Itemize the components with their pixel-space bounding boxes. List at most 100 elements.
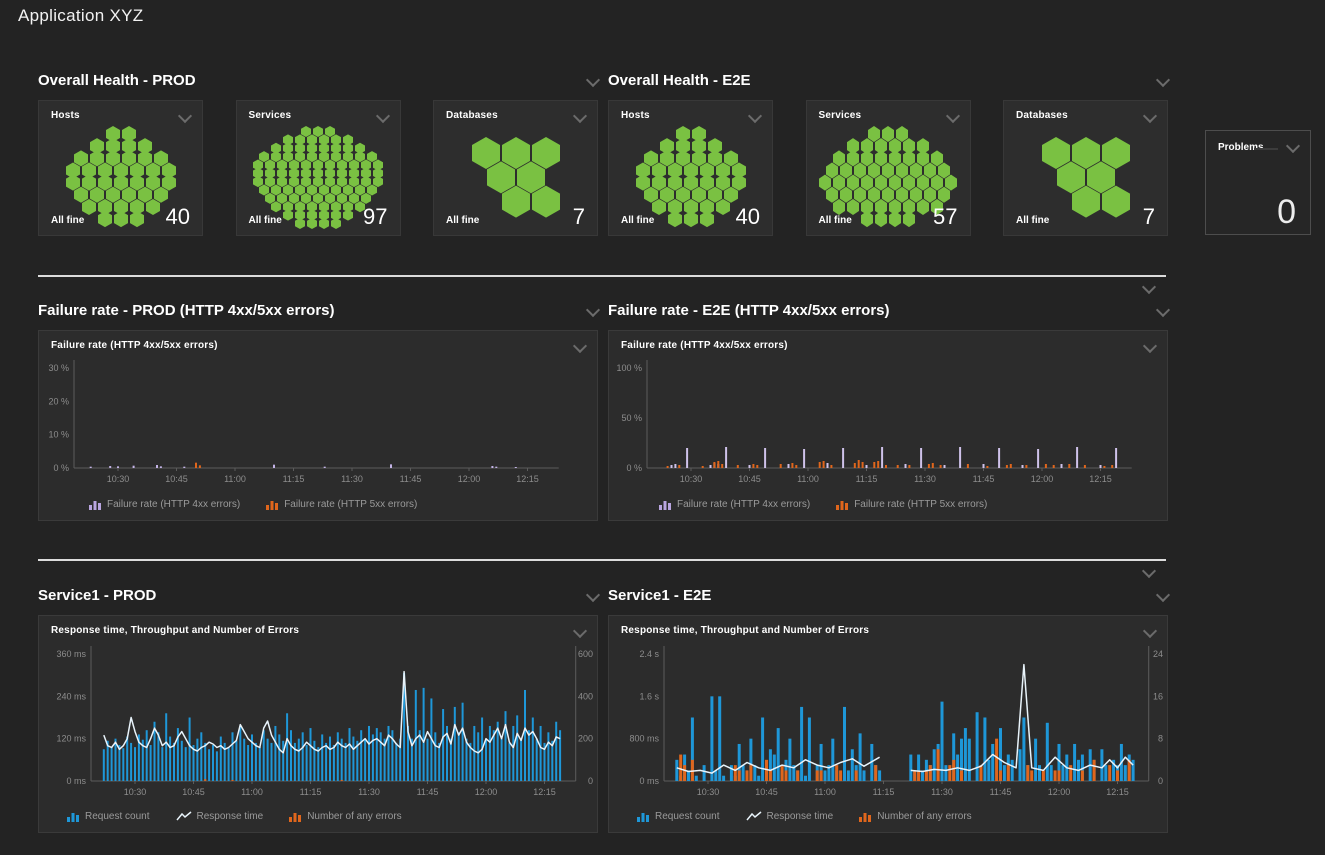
health-tile-title: Services — [819, 110, 862, 121]
health-tile-services[interactable]: ServicesAll fine97 — [236, 100, 401, 236]
hexagon — [502, 137, 530, 169]
hexagon — [138, 150, 152, 166]
chevron-down-icon[interactable] — [178, 109, 192, 123]
health-status-label: All fine — [51, 215, 84, 226]
health-count: 97 — [363, 204, 387, 230]
svg-text:800 ms: 800 ms — [629, 734, 659, 744]
service1-prod-chart-tile[interactable]: Response time, Throughput and Number of … — [38, 615, 598, 833]
hexagon — [660, 150, 674, 166]
health-tile-title: Hosts — [51, 110, 80, 121]
hexagon — [840, 187, 852, 203]
hexagon — [652, 175, 666, 191]
hexagon — [307, 151, 317, 162]
chart-tile-title: Response time, Throughput and Number of … — [621, 625, 869, 636]
hexagon — [295, 151, 305, 162]
hexagon — [854, 187, 866, 203]
chevron-down-icon[interactable] — [1156, 588, 1170, 602]
chevron-down-icon[interactable] — [1156, 303, 1170, 317]
hexagon — [367, 184, 377, 195]
hexagon — [868, 126, 880, 142]
svg-text:240 ms: 240 ms — [56, 691, 86, 701]
chevron-down-icon[interactable] — [1143, 624, 1157, 638]
legend-label: Number of any errors — [307, 811, 401, 822]
health-tile-hosts[interactable]: HostsAll fine40 — [38, 100, 203, 236]
health-status-label: All fine — [819, 215, 852, 226]
chevron-down-icon[interactable] — [748, 109, 762, 123]
hexagon — [271, 184, 281, 195]
hexagon — [896, 187, 908, 203]
svg-text:0 %: 0 % — [53, 463, 69, 473]
hexagon — [716, 199, 730, 215]
failure-rate-e2e-chart-tile[interactable]: Failure rate (HTTP 4xx/5xx errors) 0 %50… — [608, 330, 1168, 521]
chevron-down-icon[interactable] — [586, 588, 600, 602]
chevron-down-icon[interactable] — [573, 109, 587, 123]
health-tile-services[interactable]: ServicesAll fine57 — [806, 100, 971, 236]
hexagon — [652, 199, 666, 215]
svg-text:16: 16 — [1153, 691, 1163, 701]
hexagon — [295, 184, 305, 195]
chevron-down-icon[interactable] — [375, 109, 389, 123]
hexagon — [1072, 137, 1100, 169]
svg-text:10:45: 10:45 — [182, 787, 205, 797]
hexagon — [343, 184, 353, 195]
failure-rate-prod-chart-tile[interactable]: Failure rate (HTTP 4xx/5xx errors) 0 %10… — [38, 330, 598, 521]
hexagon — [889, 175, 901, 191]
hexagon — [700, 175, 714, 191]
dashboard-title: Application XYZ — [18, 6, 143, 26]
chevron-down-icon[interactable] — [1286, 139, 1300, 153]
hexagon — [861, 175, 873, 191]
hexagon — [122, 150, 136, 166]
hexagon — [517, 161, 545, 193]
hexagon — [114, 175, 128, 191]
hexagon — [826, 162, 838, 178]
chevron-down-icon[interactable] — [1142, 564, 1156, 578]
chevron-down-icon[interactable] — [1143, 109, 1157, 123]
chevron-down-icon[interactable] — [573, 339, 587, 353]
chevron-down-icon[interactable] — [1143, 339, 1157, 353]
service_e2e-chart-canvas: 0 ms800 ms1.6 s2.4 s08162410:3010:4511:0… — [609, 640, 1167, 810]
hexagon — [875, 175, 887, 191]
svg-text:200: 200 — [578, 734, 593, 744]
hexagon — [1087, 161, 1115, 193]
bar-legend-icon — [67, 811, 80, 822]
chevron-down-icon[interactable] — [586, 303, 600, 317]
problems-tile[interactable]: Problems 0 — [1205, 130, 1311, 235]
chevron-down-icon[interactable] — [1156, 73, 1170, 87]
health-tiles-e2e: HostsAll fine40ServicesAll fine57Databas… — [608, 100, 1168, 236]
health-tile-databases[interactable]: DatabasesAll fine7 — [433, 100, 598, 236]
section-title: Overall Health - PROD — [38, 72, 196, 89]
chevron-down-icon[interactable] — [1142, 280, 1156, 294]
hexagon — [708, 187, 722, 203]
section-header-failure-e2e: Failure rate - E2E (HTTP 4xx/5xx errors) — [608, 300, 1168, 320]
health-status-label: All fine — [446, 215, 479, 226]
hexagon — [910, 162, 922, 178]
hexagon — [833, 175, 845, 191]
hexagon — [861, 211, 873, 227]
health-status-label: All fine — [1016, 215, 1049, 226]
hexagon — [331, 151, 341, 162]
health-status-label: All fine — [621, 215, 654, 226]
chevron-down-icon[interactable] — [945, 109, 959, 123]
legend-label: Failure rate (HTTP 4xx errors) — [677, 499, 810, 510]
chevron-down-icon[interactable] — [586, 73, 600, 87]
svg-text:11:00: 11:00 — [241, 787, 263, 797]
service1-e2e-chart-tile[interactable]: Response time, Throughput and Number of … — [608, 615, 1168, 833]
hexagon — [265, 192, 275, 203]
hexagon — [889, 150, 901, 166]
hexagon — [138, 187, 152, 203]
hexagon — [106, 187, 120, 203]
section-title: Overall Health - E2E — [608, 72, 751, 89]
bar-legend-icon — [266, 499, 279, 510]
chart-legend: Request countResponse timeNumber of any … — [67, 811, 402, 822]
line-legend-icon — [176, 811, 192, 822]
chevron-down-icon[interactable] — [573, 624, 587, 638]
svg-text:0 ms: 0 ms — [639, 776, 659, 786]
hexagon — [319, 217, 329, 228]
health-tile-databases[interactable]: DatabasesAll fine7 — [1003, 100, 1168, 236]
bar-legend-icon — [836, 499, 849, 510]
health-tile-hosts[interactable]: HostsAll fine40 — [608, 100, 773, 236]
svg-text:11:15: 11:15 — [283, 474, 305, 484]
legend-label: Response time — [767, 811, 834, 822]
hexagon — [472, 137, 500, 169]
legend-label: Request count — [85, 811, 150, 822]
